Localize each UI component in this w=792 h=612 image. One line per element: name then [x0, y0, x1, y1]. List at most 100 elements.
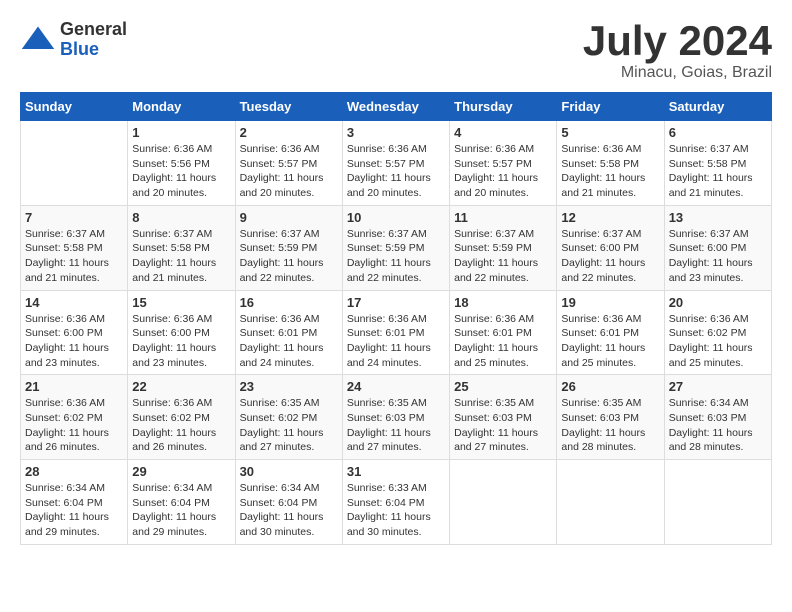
day-info: Sunrise: 6:34 AMSunset: 6:04 PMDaylight:…: [240, 481, 338, 540]
calendar-cell: [557, 460, 664, 545]
calendar-cell: 22 Sunrise: 6:36 AMSunset: 6:02 PMDayligh…: [128, 375, 235, 460]
logo-text: General Blue: [60, 20, 127, 60]
calendar-cell: 31 Sunrise: 6:33 AMSunset: 6:04 PMDayligh…: [342, 460, 449, 545]
day-info: Sunrise: 6:36 AMSunset: 5:57 PMDaylight:…: [347, 142, 445, 201]
day-info: Sunrise: 6:37 AMSunset: 5:59 PMDaylight:…: [454, 227, 552, 286]
day-number: 13: [669, 210, 767, 225]
day-number: 17: [347, 295, 445, 310]
day-info: Sunrise: 6:37 AMSunset: 5:59 PMDaylight:…: [347, 227, 445, 286]
day-info: Sunrise: 6:36 AMSunset: 6:01 PMDaylight:…: [347, 312, 445, 371]
day-number: 11: [454, 210, 552, 225]
day-number: 18: [454, 295, 552, 310]
calendar-cell: 2Sunrise: 6:36 AMSunset: 5:57 PMDaylight…: [235, 121, 342, 206]
day-info: Sunrise: 6:36 AMSunset: 6:01 PMDaylight:…: [561, 312, 659, 371]
calendar-cell: [21, 121, 128, 206]
logo-general: General: [60, 20, 127, 40]
calendar-cell: 23Sunrise: 6:35 AMSunset: 6:02 PMDayligh…: [235, 375, 342, 460]
day-info: Sunrise: 6:35 AMSunset: 6:03 PMDaylight:…: [454, 396, 552, 455]
day-info: Sunrise: 6:35 AMSunset: 6:03 PMDaylight:…: [561, 396, 659, 455]
day-info: Sunrise: 6:37 AMSunset: 5:58 PMDaylight:…: [132, 227, 230, 286]
day-info: Sunrise: 6:37 AMSunset: 5:58 PMDaylight:…: [669, 142, 767, 201]
day-number: 26: [561, 379, 659, 394]
day-number: 12: [561, 210, 659, 225]
calendar-cell: 18 Sunrise: 6:36 AMSunset: 6:01 PMDayligh…: [450, 290, 557, 375]
calendar-cell: 4Sunrise: 6:36 AMSunset: 5:57 PMDaylight…: [450, 121, 557, 206]
day-info: Sunrise: 6:35 AMSunset: 6:02 PMDaylight:…: [240, 396, 338, 455]
day-number: 2: [240, 125, 338, 140]
logo: General Blue: [20, 20, 127, 60]
calendar-cell: 13Sunrise: 6:37 AMSunset: 6:00 PMDayligh…: [664, 205, 771, 290]
day-info: Sunrise: 6:34 AMSunset: 6:04 PMDaylight:…: [25, 481, 123, 540]
calendar-cell: 19 Sunrise: 6:36 AMSunset: 6:01 PMDayligh…: [557, 290, 664, 375]
calendar-cell: 1 Sunrise: 6:36 AMSunset: 5:56 PMDaylight…: [128, 121, 235, 206]
day-info: Sunrise: 6:36 AMSunset: 5:58 PMDaylight:…: [561, 142, 659, 201]
day-info: Sunrise: 6:36 AMSunset: 6:02 PMDaylight:…: [25, 396, 123, 455]
week-row-4: 28 Sunrise: 6:34 AMSunset: 6:04 PMDayligh…: [21, 460, 772, 545]
calendar-cell: 30 Sunrise: 6:34 AMSunset: 6:04 PMDayligh…: [235, 460, 342, 545]
calendar-cell: 8Sunrise: 6:37 AMSunset: 5:58 PMDaylight…: [128, 205, 235, 290]
day-number: 24: [347, 379, 445, 394]
day-number: 6: [669, 125, 767, 140]
day-number: 30: [240, 464, 338, 479]
day-number: 31: [347, 464, 445, 479]
header-wednesday: Wednesday: [342, 93, 449, 121]
calendar-cell: 21 Sunrise: 6:36 AMSunset: 6:02 PMDayligh…: [21, 375, 128, 460]
day-number: 4: [454, 125, 552, 140]
calendar-cell: 20Sunrise: 6:36 AMSunset: 6:02 PMDayligh…: [664, 290, 771, 375]
week-row-0: 1 Sunrise: 6:36 AMSunset: 5:56 PMDaylight…: [21, 121, 772, 206]
day-number: 25: [454, 379, 552, 394]
day-info: Sunrise: 6:36 AMSunset: 5:56 PMDaylight:…: [132, 142, 230, 201]
day-number: 9: [240, 210, 338, 225]
day-number: 1: [132, 125, 230, 140]
day-info: Sunrise: 6:36 AMSunset: 6:00 PMDaylight:…: [132, 312, 230, 371]
calendar-cell: 9 Sunrise: 6:37 AMSunset: 5:59 PMDaylight…: [235, 205, 342, 290]
logo-blue: Blue: [60, 40, 127, 60]
calendar-cell: 12Sunrise: 6:37 AMSunset: 6:00 PMDayligh…: [557, 205, 664, 290]
day-number: 27: [669, 379, 767, 394]
calendar-cell: 27 Sunrise: 6:34 AMSunset: 6:03 PMDayligh…: [664, 375, 771, 460]
week-row-1: 7 Sunrise: 6:37 AMSunset: 5:58 PMDaylight…: [21, 205, 772, 290]
header-row: SundayMondayTuesdayWednesdayThursdayFrid…: [21, 93, 772, 121]
calendar-cell: 3 Sunrise: 6:36 AMSunset: 5:57 PMDaylight…: [342, 121, 449, 206]
day-info: Sunrise: 6:37 AMSunset: 5:59 PMDaylight:…: [240, 227, 338, 286]
day-info: Sunrise: 6:35 AMSunset: 6:03 PMDaylight:…: [347, 396, 445, 455]
day-info: Sunrise: 6:34 AMSunset: 6:03 PMDaylight:…: [669, 396, 767, 455]
page-header: General Blue July 2024 Minacu, Goias, Br…: [20, 20, 772, 82]
day-number: 3: [347, 125, 445, 140]
day-number: 28: [25, 464, 123, 479]
calendar-cell: 26 Sunrise: 6:35 AMSunset: 6:03 PMDayligh…: [557, 375, 664, 460]
calendar-cell: 17 Sunrise: 6:36 AMSunset: 6:01 PMDayligh…: [342, 290, 449, 375]
logo-icon: [20, 22, 56, 58]
day-number: 7: [25, 210, 123, 225]
header-sunday: Sunday: [21, 93, 128, 121]
calendar-cell: 6 Sunrise: 6:37 AMSunset: 5:58 PMDaylight…: [664, 121, 771, 206]
day-number: 15: [132, 295, 230, 310]
month-title: July 2024: [583, 20, 772, 62]
day-info: Sunrise: 6:37 AMSunset: 5:58 PMDaylight:…: [25, 227, 123, 286]
week-row-2: 14Sunrise: 6:36 AMSunset: 6:00 PMDayligh…: [21, 290, 772, 375]
day-info: Sunrise: 6:36 AMSunset: 6:02 PMDaylight:…: [132, 396, 230, 455]
calendar-cell: [450, 460, 557, 545]
calendar-cell: 7 Sunrise: 6:37 AMSunset: 5:58 PMDaylight…: [21, 205, 128, 290]
calendar-cell: 24 Sunrise: 6:35 AMSunset: 6:03 PMDayligh…: [342, 375, 449, 460]
calendar-cell: 15 Sunrise: 6:36 AMSunset: 6:00 PMDayligh…: [128, 290, 235, 375]
calendar-cell: [664, 460, 771, 545]
day-number: 21: [25, 379, 123, 394]
header-friday: Friday: [557, 93, 664, 121]
day-number: 16: [240, 295, 338, 310]
day-info: Sunrise: 6:33 AMSunset: 6:04 PMDaylight:…: [347, 481, 445, 540]
day-info: Sunrise: 6:36 AMSunset: 6:02 PMDaylight:…: [669, 312, 767, 371]
calendar-cell: 11 Sunrise: 6:37 AMSunset: 5:59 PMDayligh…: [450, 205, 557, 290]
calendar-cell: 16 Sunrise: 6:36 AMSunset: 6:01 PMDayligh…: [235, 290, 342, 375]
day-number: 19: [561, 295, 659, 310]
day-number: 29: [132, 464, 230, 479]
title-area: July 2024 Minacu, Goias, Brazil: [583, 20, 772, 82]
calendar-cell: 14Sunrise: 6:36 AMSunset: 6:00 PMDayligh…: [21, 290, 128, 375]
day-info: Sunrise: 6:36 AMSunset: 6:01 PMDaylight:…: [240, 312, 338, 371]
day-info: Sunrise: 6:34 AMSunset: 6:04 PMDaylight:…: [132, 481, 230, 540]
header-tuesday: Tuesday: [235, 93, 342, 121]
day-info: Sunrise: 6:36 AMSunset: 6:01 PMDaylight:…: [454, 312, 552, 371]
header-thursday: Thursday: [450, 93, 557, 121]
calendar-cell: 28 Sunrise: 6:34 AMSunset: 6:04 PMDayligh…: [21, 460, 128, 545]
day-number: 22: [132, 379, 230, 394]
